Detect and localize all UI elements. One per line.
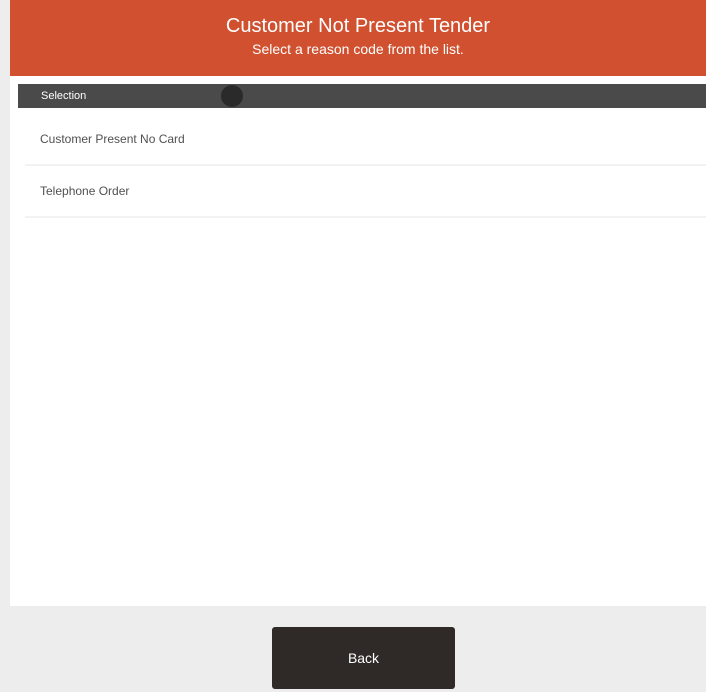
back-button[interactable]: Back: [272, 627, 455, 689]
header-bar: Customer Not Present Tender Select a rea…: [10, 0, 706, 76]
reason-code-list: Customer Present No Card Telephone Order: [25, 114, 706, 218]
list-item-customer-present-no-card[interactable]: Customer Present No Card: [25, 114, 706, 166]
list-item-label: Customer Present No Card: [40, 132, 185, 146]
list-header: Selection: [18, 84, 706, 108]
footer-bar: Back: [10, 606, 706, 692]
page-title: Customer Not Present Tender: [225, 15, 491, 37]
selection-panel: Selection Customer Present No Card Telep…: [10, 76, 706, 606]
page-subtitle: Select a reason code from the list.: [252, 41, 464, 57]
list-item-telephone-order[interactable]: Telephone Order: [25, 166, 706, 218]
list-header-label: Selection: [41, 90, 87, 102]
cursor-dot-icon: [221, 85, 243, 107]
list-item-label: Telephone Order: [40, 184, 130, 198]
